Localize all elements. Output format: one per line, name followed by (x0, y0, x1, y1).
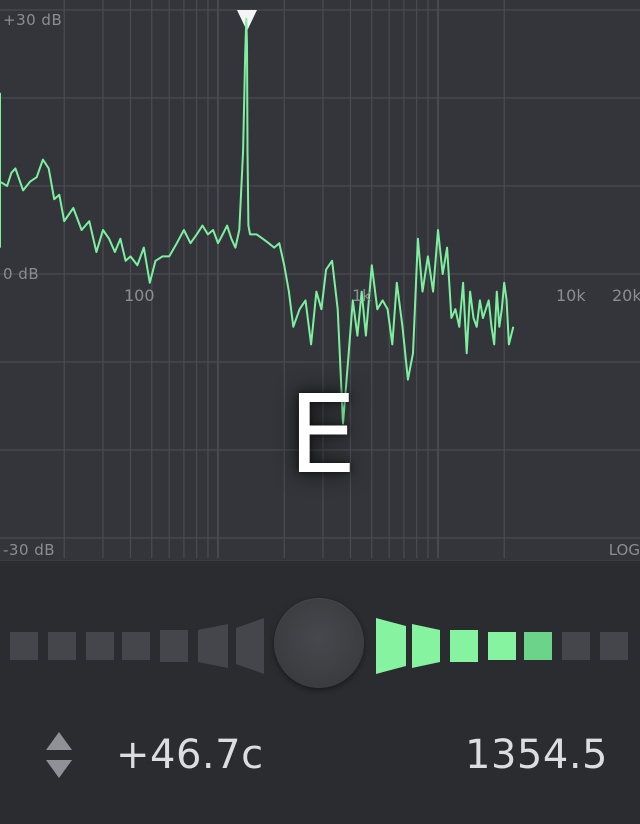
db-label-top: +30 dB (3, 11, 63, 29)
meter-segment (86, 632, 114, 660)
db-label-bottom: -30 dB (3, 541, 56, 559)
freq-label-10k: 10k (556, 286, 586, 305)
meter-segment (160, 630, 188, 662)
meter-segment (562, 632, 590, 660)
meter-segment-active (524, 632, 552, 660)
cents-deviation-readout: +46.7c (116, 732, 264, 778)
detected-note: E (288, 373, 357, 498)
meter-segment (198, 624, 228, 668)
meter-segment (122, 632, 150, 660)
meter-segment-active (376, 618, 406, 674)
freq-label-100: 100 (124, 286, 155, 305)
tuner-app: +30 dB 0 dB -30 dB 100 1k 10k 20k LOG E … (0, 0, 640, 824)
meter-segment (10, 632, 38, 660)
db-label-zero: 0 dB (3, 265, 40, 283)
meter-segment (48, 632, 76, 660)
reference-stepper (44, 730, 74, 780)
meter-segment-active (488, 632, 516, 660)
meter-segment (600, 632, 628, 660)
frequency-readout: 1354.5 (465, 732, 608, 778)
meter-segment-active (412, 624, 440, 668)
down-triangle-icon[interactable] (44, 758, 74, 780)
freq-label-1k: 1k (352, 286, 372, 305)
scale-mode-label[interactable]: LOG (609, 541, 640, 559)
pitch-indicator-knob[interactable] (274, 598, 364, 688)
up-triangle-icon[interactable] (44, 730, 74, 752)
meter-segment (236, 618, 264, 674)
freq-label-20k: 20k (612, 286, 640, 305)
meter-segment-active (450, 630, 478, 662)
